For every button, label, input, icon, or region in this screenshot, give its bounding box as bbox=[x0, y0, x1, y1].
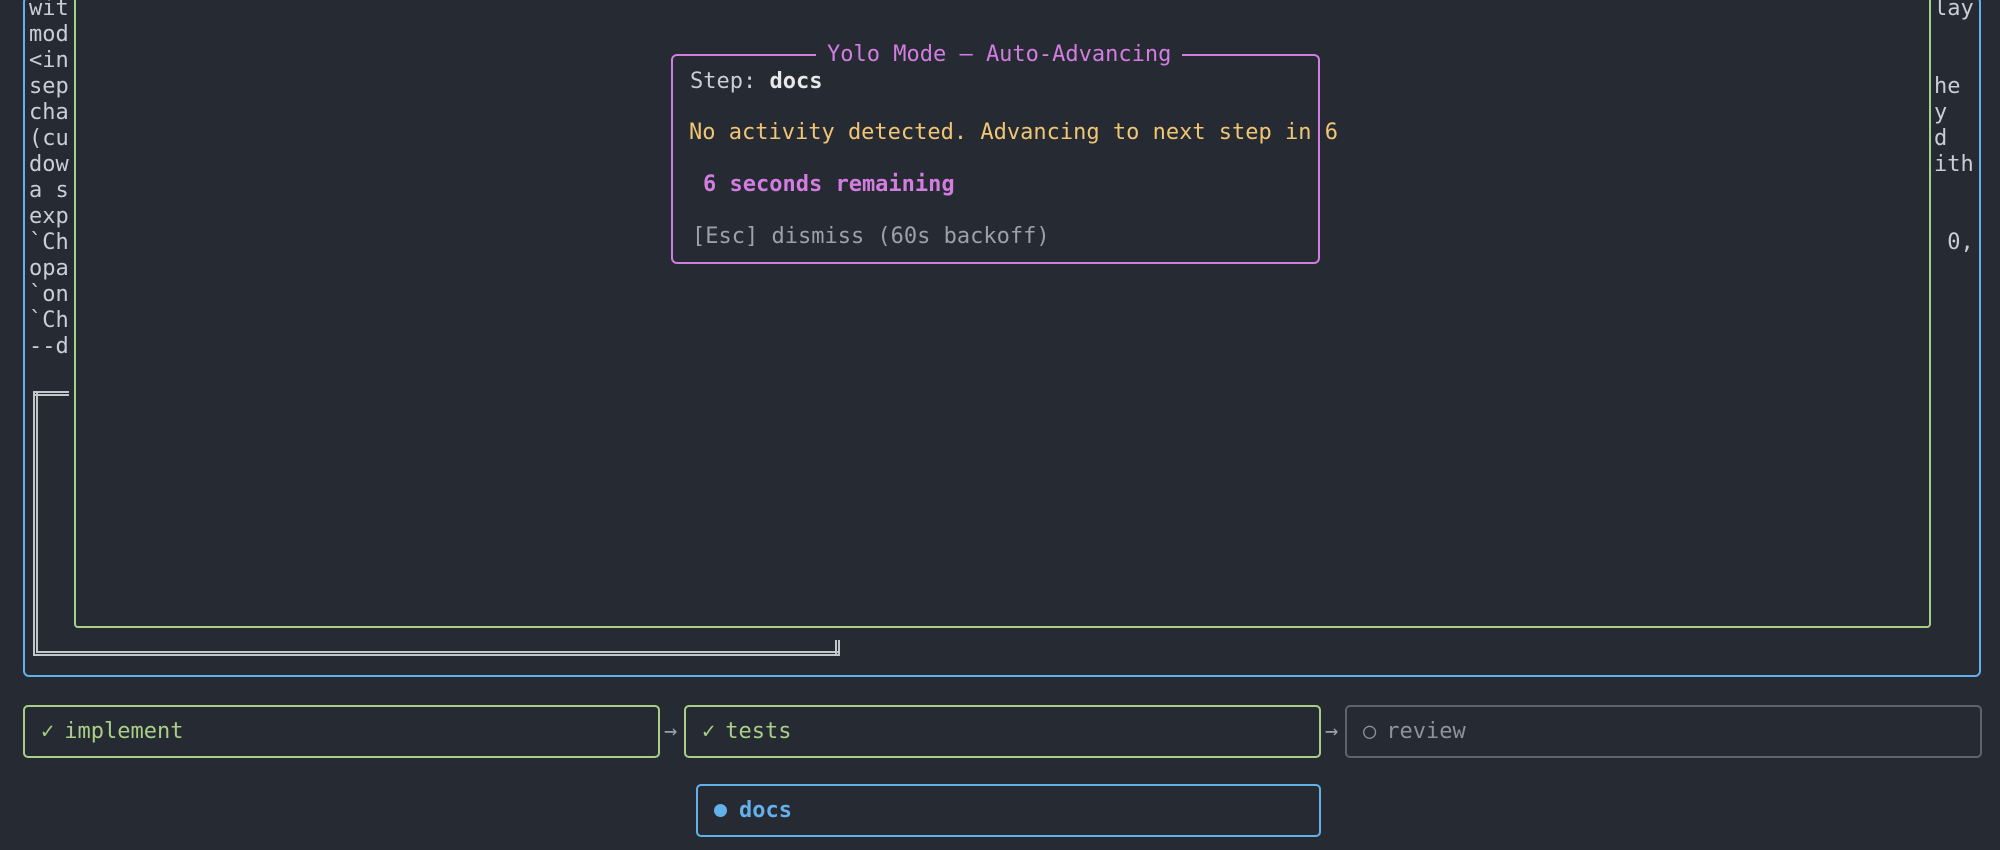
check-icon: ✓ bbox=[702, 719, 716, 744]
right-fragment bbox=[1934, 334, 1984, 360]
right-fragment bbox=[1934, 308, 1984, 334]
left-fragment: sep bbox=[29, 74, 69, 99]
right-fragment: he bbox=[1934, 74, 1961, 99]
step-review[interactable]: ○ review bbox=[1345, 705, 1982, 758]
step-label-review: review bbox=[1386, 719, 1466, 744]
left-text-column: wit mod <in sep cha (cu dow a s exp `Ch opa `on `Ch -… bbox=[29, 0, 69, 360]
left-fragment: mod bbox=[29, 22, 69, 47]
left-fragment: --d bbox=[29, 334, 69, 359]
dialog-title: Yolo Mode — Auto-Advancing bbox=[816, 40, 1183, 70]
right-fragment: lay bbox=[1934, 0, 1974, 21]
arrow-icon: → bbox=[1325, 719, 1339, 744]
left-fragment: `Ch bbox=[29, 230, 69, 255]
left-fragment: `Ch bbox=[29, 308, 69, 333]
double-line-box-top bbox=[33, 391, 69, 396]
step-value: docs bbox=[769, 69, 823, 94]
circle-outline-icon: ○ bbox=[1363, 719, 1377, 744]
right-text-column: lay he y d ith 0, bbox=[1934, 0, 1984, 360]
left-fragment: `on bbox=[29, 282, 69, 307]
step-label-docs: docs bbox=[739, 798, 792, 823]
right-fragment bbox=[1934, 22, 1984, 48]
current-step-line: Step: docs bbox=[690, 67, 822, 97]
right-fragment bbox=[1934, 204, 1984, 230]
active-dot-icon bbox=[714, 804, 727, 817]
dismiss-hint[interactable]: [Esc] dismiss (60s backoff) bbox=[692, 222, 1050, 252]
right-fragment: 0, bbox=[1934, 230, 1974, 255]
left-fragment: dow bbox=[29, 152, 69, 177]
activity-message: No activity detected. Advancing to next … bbox=[689, 120, 1339, 145]
step-label: Step: bbox=[690, 69, 770, 94]
left-fragment: exp bbox=[29, 204, 69, 229]
left-fragment: (cu bbox=[29, 126, 69, 151]
right-fragment bbox=[1934, 256, 1984, 282]
double-line-box-right bbox=[835, 640, 840, 656]
right-fragment bbox=[1934, 178, 1984, 204]
right-fragment: y bbox=[1934, 100, 1948, 125]
step-label-tests: tests bbox=[725, 719, 792, 744]
right-fragment: ith bbox=[1934, 152, 1974, 177]
double-line-box bbox=[33, 391, 840, 656]
left-fragment: a s bbox=[29, 178, 69, 203]
right-fragment: d bbox=[1934, 126, 1948, 151]
left-fragment: opa bbox=[29, 256, 69, 281]
step-docs[interactable]: docs bbox=[696, 784, 1321, 837]
arrow-icon: → bbox=[664, 719, 678, 744]
left-fragment: wit bbox=[29, 0, 69, 21]
countdown-text: 6 seconds remaining bbox=[703, 172, 955, 197]
right-fragment bbox=[1934, 282, 1984, 308]
step-implement[interactable]: ✓ implement bbox=[23, 705, 660, 758]
step-label-implement: implement bbox=[64, 719, 184, 744]
step-tests[interactable]: ✓ tests bbox=[684, 705, 1321, 758]
right-fragment bbox=[1934, 48, 1984, 74]
check-icon: ✓ bbox=[41, 719, 55, 744]
left-fragment: cha bbox=[29, 100, 69, 125]
left-fragment: <in bbox=[29, 48, 69, 73]
